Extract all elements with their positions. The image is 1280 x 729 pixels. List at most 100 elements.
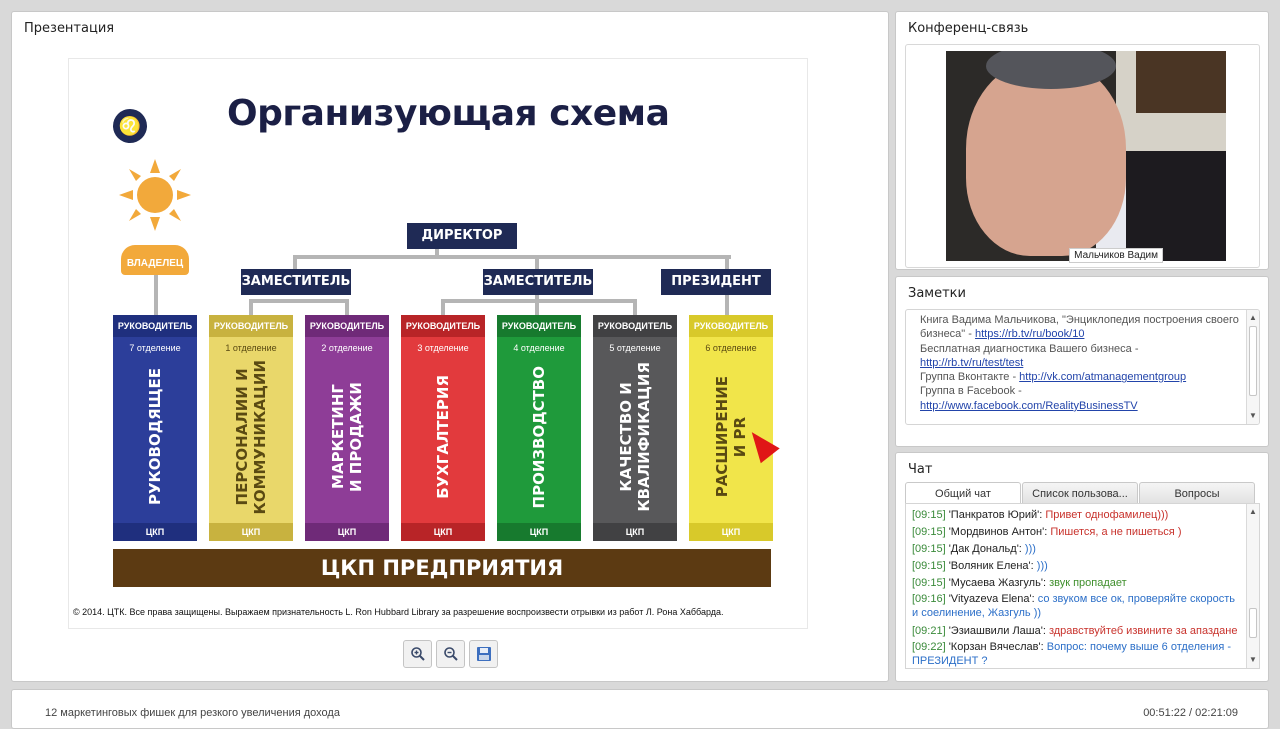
division-head: РУКОВОДИТЕЛЬ (497, 315, 581, 337)
division-number: 6 отделение (705, 343, 757, 353)
connector (441, 299, 637, 303)
division-body: ПРОИЗВОДСТВО (497, 357, 581, 517)
webinar-title: 12 маркетинговых фишек для резкого увели… (45, 707, 340, 719)
message-time: [09:15] (912, 560, 946, 572)
slide-copyright: © 2014. ЦТК. Все права защищены. Выражае… (73, 607, 724, 617)
connector (345, 299, 349, 315)
connector (435, 249, 439, 259)
division-head: РУКОВОДИТЕЛЬ (689, 315, 773, 337)
message-text: ))) (1036, 560, 1048, 572)
notes-text: Книга Вадима Мальчикова, "Энциклопедия п… (920, 313, 1240, 413)
division-column: РУКОВОДИТЕЛЬ 5 отделение КАЧЕСТВО И КВАЛИФ… (593, 315, 677, 541)
floppy-disk-icon (476, 647, 491, 661)
enterprise-vfp-bar: ЦКП ПРЕДПРИЯТИЯ (113, 549, 771, 587)
playback-time: 00:51:22 / 02:21:09 (1143, 707, 1238, 719)
zoom-in-icon (410, 647, 425, 661)
chat-scrollbar[interactable]: ▲ ▼ (1246, 504, 1259, 668)
scroll-down-icon[interactable]: ▼ (1247, 654, 1259, 666)
vk-link[interactable]: http://vk.com/atmanagementgroup (1019, 371, 1186, 383)
tab-general-chat[interactable]: Общий чат (905, 482, 1021, 504)
chat-message: [09:21] 'Эзиашвили Лаша': здравствуйтеб … (912, 623, 1240, 640)
division-name: МАРКЕТИНГ И ПРОДАЖИ (329, 382, 365, 492)
sun-icon (119, 159, 191, 231)
notes-line: Группа Вконтакте - (920, 371, 1020, 384)
message-time: [09:22] (912, 641, 946, 653)
presentation-panel: Презентация ♌ Организующая схема ВЛАДЕЛЕ… (11, 11, 889, 682)
speaker-name-tag: Мальчиков Вадим (1069, 248, 1163, 263)
tab-user-list[interactable]: Список пользова... (1022, 482, 1138, 504)
division-number: 3 отделение (417, 343, 469, 353)
division-column: РУКОВОДИТЕЛЬ 2 отделение МАРКЕТИНГ И ПРОДА… (305, 315, 389, 541)
diagnostics-link[interactable]: http://rb.tv/ru/test/test (920, 357, 1023, 369)
connector (535, 293, 539, 315)
zoom-out-icon (443, 647, 458, 661)
message-time: [09:16] (912, 593, 946, 605)
division-name: ПЕРСОНАЛИИ И КОММУНИКАЦИИ (233, 359, 269, 515)
president-box: ПРЕЗИДЕНТ (661, 269, 775, 299)
division-vfp: ЦКП (209, 523, 293, 541)
division-head: РУКОВОДИТЕЛЬ (401, 315, 485, 337)
division-name: РУКОВОДЯЩЕЕ (146, 368, 164, 506)
book-link[interactable]: https://rb.tv/ru/book/10 (975, 328, 1084, 340)
division-body: КАЧЕСТВО И КВАЛИФИКАЦИЯ (593, 357, 677, 517)
speaker-video[interactable] (946, 51, 1226, 261)
division-column: РУКОВОДИТЕЛЬ 1 отделение ПЕРСОНАЛИИ И КОММ… (209, 315, 293, 541)
division-body: РУКОВОДЯЩЕЕ (113, 357, 197, 517)
division-body: ПЕРСОНАЛИИ И КОММУНИКАЦИИ (209, 357, 293, 517)
wall-picture (1136, 51, 1226, 113)
chat-title: Чат (908, 462, 933, 477)
zoom-in-button[interactable] (403, 640, 432, 668)
save-button[interactable] (469, 640, 498, 668)
message-text: здравствуйтеб извините за апаздане (1048, 625, 1238, 637)
chat-message: [09:15] 'Дак Дональд': ))) (912, 541, 1240, 558)
tab-questions[interactable]: Вопросы (1139, 482, 1255, 504)
connector (249, 299, 253, 315)
lion-logo-icon: ♌ (113, 109, 147, 143)
division-column: РУКОВОДИТЕЛЬ 3 отделение БУХГАЛТЕРИЯ ЦКП (401, 315, 485, 541)
connector (725, 295, 729, 315)
message-author: 'Мордвинов Антон' (948, 526, 1045, 538)
division-name: КАЧЕСТВО И КВАЛИФИКАЦИЯ (617, 362, 653, 512)
message-time: [09:15] (912, 543, 946, 555)
division-vfp: ЦКП (689, 523, 773, 541)
scroll-thumb[interactable] (1249, 326, 1257, 396)
player-footer: 12 маркетинговых фишек для резкого увели… (11, 689, 1269, 729)
division-column: РУКОВОДИТЕЛЬ 7 отделение РУКОВОДЯЩЕЕ ЦКП (113, 315, 197, 541)
facebook-link[interactable]: http://www.facebook.com/RealityBusinessT… (920, 400, 1138, 412)
message-author: 'Дак Дональд' (948, 543, 1019, 555)
video-panel: Конференц-связь Мальчиков Вадим (895, 11, 1269, 270)
message-author: 'Мусаева Жазгуль' (948, 577, 1043, 589)
division-vfp: ЦКП (593, 523, 677, 541)
message-text: ))) (1024, 543, 1036, 555)
scroll-thumb[interactable] (1249, 608, 1257, 638)
scroll-up-icon[interactable]: ▲ (1247, 506, 1259, 518)
presentation-title: Презентация (24, 21, 115, 36)
connector (535, 255, 539, 269)
division-number: 4 отделение (513, 343, 565, 353)
notes-line: Группа в Facebook - (920, 385, 1022, 398)
notes-panel: Заметки Книга Вадима Мальчикова, "Энцикл… (895, 276, 1269, 447)
video-frame: Мальчиков Вадим (905, 44, 1260, 268)
scroll-down-icon[interactable]: ▼ (1247, 410, 1259, 422)
division-number: 2 отделение (321, 343, 373, 353)
message-time: [09:15] (912, 526, 946, 538)
chat-message: [09:16] 'Vityazeva Elena': со звуком все… (912, 592, 1240, 620)
notes-scrollbar[interactable]: ▲ ▼ (1246, 310, 1259, 424)
chat-box: [09:15] 'Панкратов Юрий': Привет однофам… (905, 503, 1260, 669)
division-name: ПРОИЗВОДСТВО (530, 365, 548, 509)
scroll-up-icon[interactable]: ▲ (1247, 312, 1259, 324)
message-time: [09:21] (912, 625, 946, 637)
chat-message: [09:15] 'Панкратов Юрий': Привет однофам… (912, 507, 1240, 524)
division-head: РУКОВОДИТЕЛЬ (113, 315, 197, 337)
chat-panel: Чат Общий чат Список пользова... Вопросы… (895, 452, 1269, 682)
message-text: Привет однофамилец))) (1045, 509, 1169, 521)
message-author: 'Воляник Елена' (948, 560, 1031, 572)
director-box: ДИРЕКТОР (407, 223, 521, 253)
message-time: [09:15] (912, 509, 946, 521)
chat-message: [09:22] 'Корзан Вячеслав': Вопрос: почем… (912, 640, 1240, 668)
division-vfp: ЦКП (497, 523, 581, 541)
message-author: 'Vityazeva Elena' (948, 593, 1032, 605)
zoom-out-button[interactable] (436, 640, 465, 668)
deputy-box: ЗАМЕСТИТЕЛЬ (241, 269, 355, 299)
message-time: [09:15] (912, 577, 946, 589)
